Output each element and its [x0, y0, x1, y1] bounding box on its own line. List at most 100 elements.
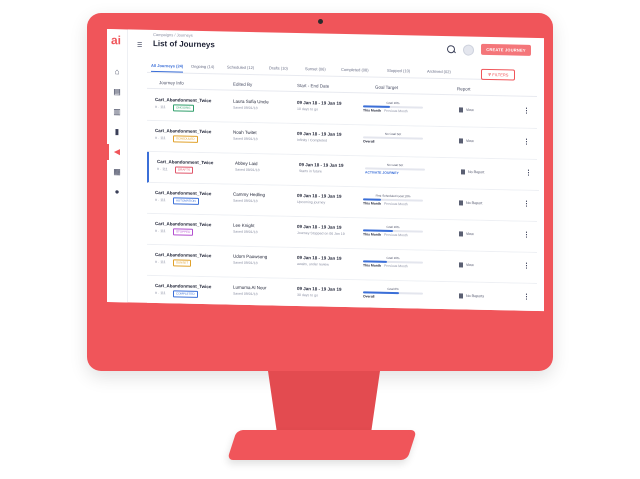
- document-icon[interactable]: ▤: [112, 87, 122, 97]
- report-link[interactable]: No Report: [461, 169, 484, 175]
- tab-stopped[interactable]: Stopped (10): [387, 68, 410, 73]
- tab-drafts[interactable]: Drafts (10): [269, 65, 288, 70]
- tab-archived[interactable]: Archived (02): [427, 69, 451, 74]
- journey-name[interactable]: Cart_Abandonment_Twice: [155, 283, 211, 289]
- journey-name[interactable]: Cart_Abandonment_Twice: [157, 159, 213, 165]
- goal-target: Goal 10% This Month Previous Month: [363, 255, 423, 274]
- list-icon[interactable]: ▥: [112, 107, 122, 117]
- date-range: 09 Jan 18 - 19 Jan 19: [297, 192, 342, 199]
- date-status: Starts in future: [299, 169, 322, 174]
- editor-saved: Saved 09/01/18: [233, 229, 258, 235]
- status-tabs: All Journeys (24) Ongoing (14) Scheduled…: [147, 59, 497, 81]
- journey-name[interactable]: Cart_Abandonment_Twice: [155, 97, 211, 103]
- goal-period: This Month Previous Month: [363, 201, 408, 207]
- grid-icon[interactable]: ▦: [112, 167, 122, 177]
- goal-period: Overall: [363, 294, 375, 299]
- date-range: 09 Jan 18 - 19 Jan 19: [297, 130, 342, 137]
- editor-saved: Saved 09/01/18: [235, 167, 260, 173]
- goal-period: This Month Previous Month: [363, 108, 408, 114]
- column-report: Report: [457, 86, 471, 92]
- goal-target: No Goal Set Overall: [363, 131, 423, 150]
- camera-dot: [318, 19, 323, 24]
- tab-sunset[interactable]: Sunset (06): [305, 66, 326, 71]
- breadcrumb[interactable]: Campaigns / Journeys: [153, 32, 193, 38]
- editor-name: Lee Knight: [233, 222, 255, 229]
- goal-target: Goal 10% This Month Previous Month: [363, 224, 423, 243]
- goal-target: Goal 8% Overall: [363, 286, 423, 305]
- more-options-icon[interactable]: ⋮: [523, 138, 530, 146]
- status-badge: STOPPED: [173, 228, 194, 236]
- more-options-icon[interactable]: ⋮: [523, 200, 530, 208]
- tab-all-journeys[interactable]: All Journeys (24): [151, 63, 183, 69]
- editor-name: Lumuma Al Nour: [233, 284, 267, 291]
- date-range: 09 Jan 18 - 19 Jan 19: [297, 99, 342, 106]
- more-options-icon[interactable]: ⋮: [523, 231, 530, 239]
- megaphone-icon[interactable]: ◀: [112, 147, 122, 157]
- more-options-icon[interactable]: ⋮: [523, 293, 530, 301]
- editor-name: Noah Twitet: [233, 129, 257, 136]
- journey-meta: # · 111: [155, 260, 166, 265]
- create-journey-button[interactable]: CREATE JOURNEY: [481, 43, 531, 56]
- filters-label: FILTERS: [492, 72, 509, 78]
- bar-chart-icon[interactable]: ▮: [112, 127, 122, 137]
- editor-saved: Saved 09/01/18: [233, 260, 258, 266]
- monitor-stand-base: [227, 430, 417, 460]
- journey-name[interactable]: Cart_Abandonment_Twice: [155, 128, 211, 134]
- goal-period: This Month Previous Month: [363, 263, 408, 269]
- date-range: 09 Jan 18 - 19 Jan 19: [297, 223, 342, 230]
- monitor-frame: ai ⌂ ▤ ▥ ▮ ◀ ▦ ● ☰ Campaigns / Journeys …: [87, 13, 553, 371]
- avatar[interactable]: [463, 44, 474, 56]
- date-range: 09 Jan 18 - 19 Jan 19: [297, 285, 342, 292]
- filters-button[interactable]: ⧩ FILTERS: [481, 68, 515, 81]
- column-goal-target: Goal Target: [375, 84, 399, 91]
- tab-ongoing[interactable]: Ongoing (14): [191, 64, 214, 69]
- goal-target: Goal 10% This Month Previous Month: [363, 100, 423, 119]
- editor-name: Udom Paowsong: [233, 253, 268, 260]
- status-badge: ONGOING: [173, 104, 194, 112]
- tab-scheduled[interactable]: Scheduled (12): [227, 65, 254, 71]
- report-icon: [459, 293, 463, 299]
- journey-meta: # · 111: [155, 198, 166, 203]
- date-status: Journey Stopped on 06 Jan 19: [297, 230, 345, 236]
- date-status: awaits, under review: [297, 261, 329, 267]
- journey-name[interactable]: Cart_Abandonment_Twice: [155, 190, 211, 196]
- goal-period: This Month Previous Month: [363, 232, 408, 238]
- journey-name[interactable]: Cart_Abandonment_Twice: [155, 221, 211, 227]
- editor-name: Abbey Laid: [235, 160, 258, 167]
- report-link[interactable]: View: [459, 231, 474, 237]
- more-options-icon[interactable]: ⋮: [523, 262, 530, 270]
- more-options-icon[interactable]: ⋮: [523, 107, 530, 115]
- report-link[interactable]: View: [459, 262, 474, 268]
- report-link[interactable]: View: [459, 138, 474, 144]
- date-range: 09 Jan 18 - 19 Jan 19: [299, 162, 344, 168]
- report-link[interactable]: No Report: [459, 200, 482, 206]
- column-edited-by: Edited By: [233, 81, 253, 88]
- goal-period: Overall: [363, 139, 375, 144]
- journey-name[interactable]: Cart_Abandonment_Twice: [155, 252, 211, 258]
- journey-meta: # · 111: [157, 167, 168, 172]
- date-range: 09 Jan 18 - 19 Jan 19: [297, 254, 342, 261]
- screen: ai ⌂ ▤ ▥ ▮ ◀ ▦ ● ☰ Campaigns / Journeys …: [107, 29, 544, 312]
- date-status: Upcoming journey: [297, 199, 326, 205]
- report-link[interactable]: No Reports: [459, 293, 484, 299]
- menu-toggle-icon[interactable]: ☰: [137, 42, 142, 49]
- editor-saved: Saved 09/01/18: [233, 291, 258, 297]
- journey-meta: # · 111: [155, 105, 166, 110]
- search-icon[interactable]: [447, 45, 455, 54]
- report-icon: [459, 200, 463, 206]
- status-badge: COMPLETED: [173, 290, 198, 298]
- more-options-icon[interactable]: ⋮: [525, 169, 532, 177]
- editor-name: Cammy Hedling: [233, 191, 266, 198]
- sidebar: ai ⌂ ▤ ▥ ▮ ◀ ▦ ●: [107, 29, 128, 303]
- report-icon: [461, 169, 465, 175]
- goal-progress-fill: [363, 198, 381, 201]
- editor-saved: Saved 09/01/18: [233, 136, 258, 142]
- home-icon[interactable]: ⌂: [112, 67, 122, 77]
- tab-completed[interactable]: Completed (08): [341, 67, 369, 73]
- report-icon: [459, 138, 463, 144]
- report-link[interactable]: View: [459, 107, 474, 113]
- user-icon[interactable]: ●: [112, 187, 122, 197]
- date-status: 10 days to go: [297, 106, 319, 112]
- goal-target: No Goal Set ACTIVATE JOURNEY: [365, 162, 425, 181]
- editor-saved: Saved 09/01/18: [233, 105, 258, 111]
